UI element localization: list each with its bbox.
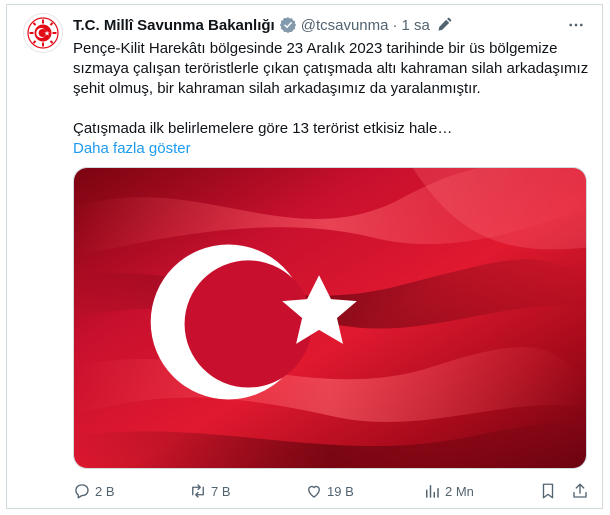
views-icon — [426, 485, 439, 498]
tweet-image-turkish-flag[interactable] — [73, 167, 587, 469]
like-count: 19 B — [327, 483, 354, 499]
msb-logo-icon — [27, 17, 59, 49]
share-button[interactable] — [571, 482, 589, 500]
verified-badge-icon[interactable] — [279, 16, 297, 34]
like-button[interactable]: 19 B — [305, 482, 354, 500]
separator-dot: · — [392, 16, 398, 34]
tweet-text: Pençe-Kilit Harekâtı bölgesinde 23 Aralı… — [73, 39, 601, 159]
retweet-button[interactable]: 7 B — [189, 482, 231, 500]
user-handle[interactable]: @tcsavunma — [301, 17, 389, 34]
reply-button[interactable]: 2 B — [73, 482, 115, 500]
more-options-icon[interactable] — [564, 13, 588, 37]
tweet-actions: 2 B 7 B 19 B 2 Mn — [73, 479, 601, 503]
bookmark-icon — [542, 483, 554, 499]
avatar[interactable] — [23, 13, 63, 53]
views-button[interactable]: 2 Mn — [423, 482, 474, 500]
heart-icon — [308, 485, 320, 498]
show-more-link[interactable]: Daha fazla göster — [73, 140, 191, 157]
tweet-paragraph-2: Çatışmada ilk belirlemelere göre 13 terö… — [73, 120, 453, 137]
retweet-count: 7 B — [211, 483, 231, 499]
view-count: 2 Mn — [445, 483, 474, 499]
timestamp[interactable]: 1 sa — [401, 17, 429, 34]
bookmark-button[interactable] — [539, 482, 557, 500]
edited-pencil-icon[interactable] — [436, 17, 452, 33]
retweet-icon — [192, 484, 204, 498]
tweet-card[interactable]: T.C. Millî Savunma Bakanlığı @tcsavunma … — [6, 4, 603, 509]
tweet-paragraph-1: Pençe-Kilit Harekâtı bölgesinde 23 Aralı… — [73, 40, 589, 97]
reply-icon — [75, 484, 89, 499]
tweet-header: T.C. Millî Savunma Bakanlığı @tcsavunma … — [73, 15, 590, 35]
share-icon — [573, 483, 587, 498]
display-name[interactable]: T.C. Millî Savunma Bakanlığı — [73, 17, 275, 34]
reply-count: 2 B — [95, 483, 115, 499]
